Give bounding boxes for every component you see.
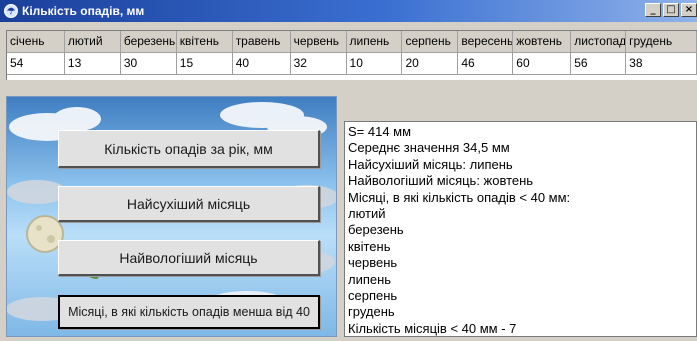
column-header[interactable]: серпень: [402, 31, 459, 53]
value-cell[interactable]: 10: [346, 53, 403, 75]
value-cell[interactable]: 60: [513, 53, 572, 75]
column-header[interactable]: березень: [120, 31, 177, 53]
value-cell[interactable]: 46: [458, 53, 514, 75]
result-line: червень: [348, 255, 398, 271]
result-line: квітень: [348, 238, 391, 254]
column-header[interactable]: грудень: [626, 31, 697, 53]
result-line: лютий: [348, 206, 386, 222]
column-header[interactable]: січень: [7, 31, 65, 53]
value-cell[interactable]: 40: [232, 53, 291, 75]
window-title: Кількість опадів, мм: [22, 4, 145, 18]
value-cell[interactable]: 54: [7, 53, 65, 75]
column-header[interactable]: червень: [290, 31, 347, 53]
column-header[interactable]: листопад: [571, 31, 627, 53]
grid-header-row: січень лютий березень квітень травень че…: [7, 31, 697, 53]
column-header[interactable]: вересень: [458, 31, 514, 53]
column-header[interactable]: липень: [346, 31, 403, 53]
value-cell[interactable]: 56: [571, 53, 627, 75]
weather-panel: Кількість опадів за рік, мм Найсухіший м…: [6, 96, 337, 337]
window-controls: _ □ ×: [645, 3, 697, 17]
close-button[interactable]: ×: [681, 3, 697, 17]
value-cell[interactable]: 20: [402, 53, 459, 75]
app-icon: ☂: [4, 4, 18, 18]
grid-values-row: 54 13 30 15 40 32 10 20 46 60 56 38: [7, 53, 697, 75]
precipitation-grid[interactable]: січень лютий березень квітень травень че…: [6, 30, 697, 80]
result-line: Найсухіший місяць: липень: [348, 156, 513, 172]
value-cell[interactable]: 30: [120, 53, 177, 75]
column-header[interactable]: жовтень: [513, 31, 572, 53]
column-header[interactable]: квітень: [176, 31, 233, 53]
annual-total-button[interactable]: Кількість опадів за рік, мм: [58, 130, 320, 168]
value-cell[interactable]: 15: [176, 53, 233, 75]
result-line: Середнє значення 34,5 мм: [348, 140, 510, 156]
driest-month-button[interactable]: Найсухіший місяць: [58, 186, 320, 222]
result-line: S= 414 мм: [348, 124, 412, 139]
app-window: ☂ Кількість опадів, мм _ □ × січень люти…: [0, 0, 697, 341]
column-header[interactable]: лютий: [64, 31, 121, 53]
column-header[interactable]: травень: [232, 31, 291, 53]
result-line: грудень: [348, 304, 395, 320]
result-line: Місяці, в які кількість опадів < 40 мм:: [348, 189, 571, 205]
value-cell[interactable]: 32: [290, 53, 347, 75]
title-bar[interactable]: ☂ Кількість опадів, мм _ □ ×: [0, 0, 697, 22]
result-line: Кількість місяців < 40 мм - 7: [348, 320, 517, 336]
value-cell[interactable]: 13: [64, 53, 121, 75]
minimize-button[interactable]: _: [645, 3, 661, 17]
result-line: серпень: [348, 288, 398, 304]
months-below-40-button[interactable]: Місяці, в які кількість опадів менша від…: [58, 295, 320, 329]
wettest-month-button[interactable]: Найвологіший місяць: [58, 240, 320, 276]
result-line: липень: [348, 271, 392, 287]
maximize-button[interactable]: □: [663, 3, 679, 17]
result-line: Найвологіший місяць: жовтень: [348, 173, 534, 189]
results-textbox[interactable]: S= 414 мм Середнє значення 34,5 мм Найсу…: [344, 121, 697, 337]
value-cell[interactable]: 38: [626, 53, 697, 75]
result-line: березень: [348, 222, 404, 238]
